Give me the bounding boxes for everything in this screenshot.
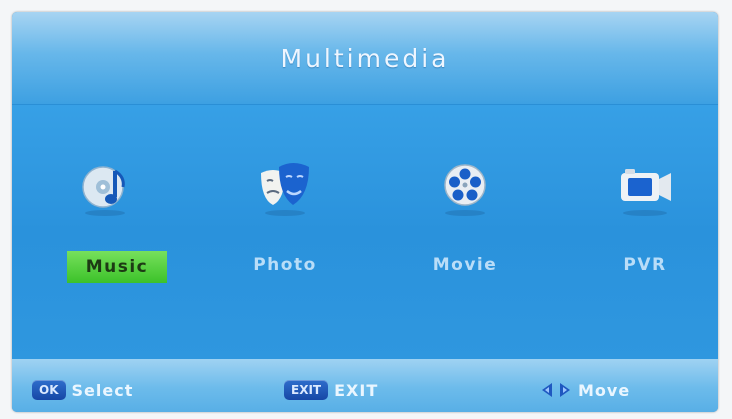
- menu-item-photo[interactable]: Photo: [220, 157, 350, 287]
- menu-label-movie: Movie: [432, 255, 498, 275]
- hint-exit-label: EXIT: [334, 380, 379, 400]
- pvr-camera-icon: [621, 169, 671, 216]
- hint-select-label: Select: [71, 380, 134, 400]
- hint-select: OK Select: [32, 379, 133, 401]
- exit-key-icon: EXIT: [284, 380, 329, 400]
- page-title: Multimedia: [280, 44, 450, 73]
- menu-label-pvr: PVR: [623, 255, 667, 275]
- music-disc-icon: [82, 166, 125, 216]
- movie-reel-icon: [444, 164, 486, 216]
- footer-bar: OK Select EXIT EXIT Move: [12, 359, 718, 412]
- menu-label-photo: Photo: [253, 255, 317, 275]
- multimedia-screen: Multimedia Music Photo Movie PVR OK Sele…: [12, 12, 718, 412]
- hint-exit: EXIT EXIT: [284, 379, 378, 401]
- ok-key-icon: OK: [32, 380, 66, 400]
- menu-item-music[interactable]: Music: [40, 157, 170, 287]
- menu-area: Music Photo Movie PVR: [12, 105, 718, 359]
- hint-move: Move: [540, 379, 630, 401]
- left-arrow-icon: [542, 383, 552, 397]
- menu-label-music: Music: [67, 251, 167, 283]
- header-bar: Multimedia: [12, 12, 718, 105]
- menu-item-movie[interactable]: Movie: [400, 157, 530, 287]
- right-arrow-icon: [560, 383, 570, 397]
- menu-item-pvr[interactable]: PVR: [580, 157, 710, 287]
- photo-masks-icon: [261, 163, 309, 216]
- hint-move-label: Move: [578, 380, 631, 400]
